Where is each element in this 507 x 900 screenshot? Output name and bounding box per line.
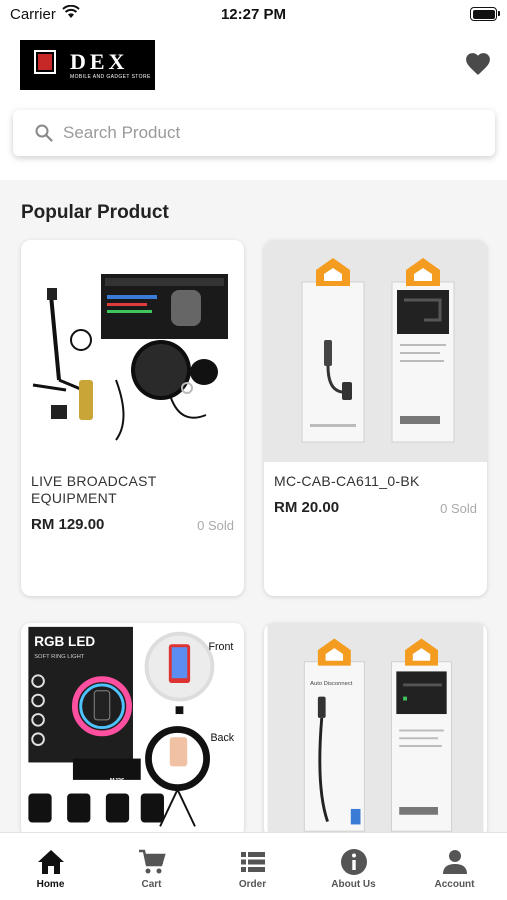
list-icon: [241, 852, 265, 872]
box-brand-text: RGB LED: [34, 634, 95, 649]
nav-item-home[interactable]: Home: [0, 833, 101, 900]
store-logo[interactable]: DEX MOBILE AND GADGET STORE: [20, 40, 155, 90]
nav-item-about-us[interactable]: About Us: [303, 833, 404, 900]
box-title-text: Auto Disconnect: [310, 681, 353, 687]
product-title: LIVE BROADCAST EQUIPMENT: [31, 473, 157, 506]
product-image: RGB LED SOFT RING LIGHT MJ26 Front Back: [24, 623, 241, 838]
product-card[interactable]: Auto Disconnect: [264, 623, 487, 838]
product-card[interactable]: MC-CAB-CA611_0-BK RM 20.00 0 Sold: [264, 240, 487, 596]
product-price: RM 20.00: [274, 499, 340, 516]
back-label: Back: [210, 732, 234, 744]
nav-label: Cart: [141, 879, 162, 890]
product-image: Auto Disconnect: [267, 623, 484, 838]
product-price: RM 129.00: [31, 516, 105, 533]
product-sold-count: 0 Sold: [440, 501, 477, 516]
box-subtitle-text: SOFT RING LIGHT: [34, 654, 85, 660]
section-title: Popular Product: [21, 202, 169, 223]
front-label: Front: [209, 641, 234, 653]
product-image: [264, 240, 487, 462]
info-icon: [341, 849, 367, 875]
heart-icon[interactable]: [465, 52, 491, 76]
search-input[interactable]: [63, 110, 483, 156]
logo-emblem-icon: [34, 50, 56, 74]
product-card[interactable]: LIVE BROADCAST EQUIPMENT RM 129.00 0 Sol…: [21, 240, 244, 596]
logo-tagline: MOBILE AND GADGET STORE: [70, 74, 151, 80]
battery-icon: [470, 7, 500, 21]
status-bar: Carrier 12:27 PM: [0, 0, 507, 30]
person-icon: [443, 850, 467, 874]
product-card[interactable]: RGB LED SOFT RING LIGHT MJ26 Front Back: [21, 623, 244, 838]
search-icon: [35, 124, 53, 142]
header: DEX MOBILE AND GADGET STORE: [0, 30, 507, 180]
product-title: MC-CAB-CA611_0-BK: [274, 473, 420, 489]
nav-label: Home: [36, 879, 65, 890]
nav-item-account[interactable]: Account: [404, 833, 505, 900]
nav-item-cart[interactable]: Cart: [101, 833, 202, 900]
nav-item-order[interactable]: Order: [202, 833, 303, 900]
bottom-nav: Home Cart Order About Us Account: [0, 832, 507, 900]
status-time: 12:27 PM: [220, 6, 287, 23]
cart-icon: [139, 849, 166, 874]
logo-name: DEX: [70, 49, 129, 74]
home-icon: [38, 850, 64, 874]
box-model-text: MJ26: [110, 778, 125, 784]
nav-label: Account: [434, 879, 475, 890]
nav-label: Order: [238, 879, 267, 890]
product-image: [21, 240, 244, 462]
product-sold-count: 0 Sold: [197, 518, 234, 533]
search-bar[interactable]: [13, 110, 495, 156]
nav-label: About Us: [331, 879, 376, 890]
